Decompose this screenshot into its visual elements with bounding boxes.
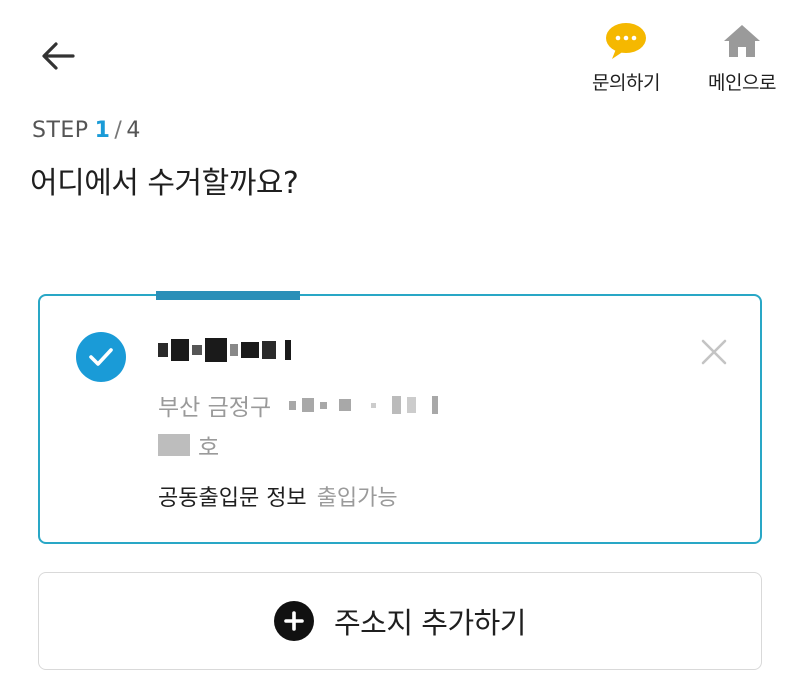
entrance-label: 공동출입문 정보 (158, 486, 307, 511)
step-current: 1 (94, 118, 111, 143)
home-icon (719, 18, 765, 64)
step-indicator: STEP 1/4 (32, 118, 141, 143)
back-button[interactable] (36, 34, 80, 78)
unit-number-redacted (158, 434, 190, 456)
recipient-name-redacted (158, 334, 291, 366)
inquiry-button[interactable]: 문의하기 (576, 18, 676, 95)
entrance-info: 공동출입문 정보 출입가능 (158, 480, 398, 512)
page-title: 어디에서 수거할까요? (30, 166, 299, 201)
arrow-left-icon (42, 42, 75, 70)
app-header: 문의하기 메인으로 (0, 0, 800, 110)
address-detail-redacted (289, 396, 439, 414)
step-prefix: STEP (32, 118, 89, 143)
step-separator: / (114, 118, 123, 143)
close-icon[interactable] (696, 334, 732, 370)
unit-suffix: 호 (198, 435, 220, 461)
add-address-label: 주소지 추가하기 (334, 606, 526, 640)
selected-check-icon[interactable] (76, 332, 126, 382)
entrance-value: 출입가능 (316, 486, 398, 511)
selected-indicator (156, 291, 300, 300)
address-card[interactable]: 부산 금정구 호 공동출입문 정보 출입가능 (38, 294, 762, 544)
address-line-2: 호 (158, 428, 219, 462)
address-city: 부산 금정구 (158, 395, 272, 421)
add-address-button[interactable]: 주소지 추가하기 (38, 572, 762, 670)
step-total: 4 (126, 118, 141, 143)
chat-bubble-icon (603, 18, 649, 64)
home-label: 메인으로 (708, 72, 776, 94)
plus-circle-icon (274, 601, 314, 641)
address-line-1: 부산 금정구 (158, 388, 439, 422)
home-button[interactable]: 메인으로 (692, 18, 792, 95)
inquiry-label: 문의하기 (592, 72, 660, 94)
